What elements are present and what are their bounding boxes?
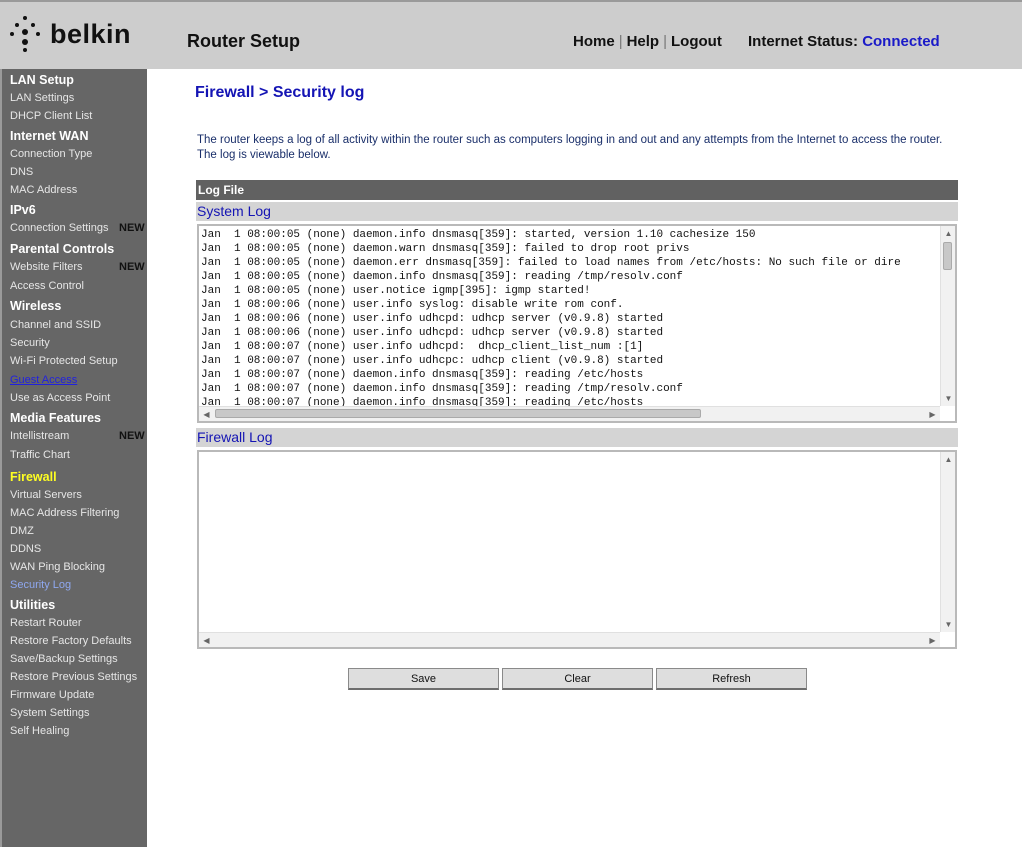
sidebar-item-access-control[interactable]: Access Control (10, 280, 84, 292)
belkin-logo[interactable]: belkin (10, 14, 131, 54)
sidebar-item-wifi-protected-setup[interactable]: Wi-Fi Protected Setup (10, 355, 118, 367)
sidebar-item-wan-ping-blocking[interactable]: WAN Ping Blocking (10, 561, 105, 573)
sidebar-heading-media-features: Media Features (10, 411, 102, 425)
logout-link[interactable]: Logout (671, 33, 722, 50)
sidebar-item-connection-settings[interactable]: Connection Settings (10, 222, 108, 234)
internet-status-label: Internet Status: (748, 33, 859, 50)
sidebar-heading-utilities: Utilities (10, 598, 56, 612)
help-link[interactable]: Help (627, 33, 660, 50)
firewall-log-label: Firewall Log (196, 428, 958, 447)
sidebar-item-intellistream[interactable]: Intellistream (10, 430, 69, 442)
sidebar-item-restore-previous-settings[interactable]: Restore Previous Settings (10, 671, 137, 683)
scroll-left-icon[interactable]: ◀ (199, 633, 214, 647)
log-line: Jan 1 08:00:05 (none) daemon.info dnsmas… (201, 271, 683, 283)
sidebar-heading-firewall: Firewall (10, 470, 57, 484)
log-line: Jan 1 08:00:07 (none) user.info udhcpd: … (201, 341, 644, 353)
sidebar-item-dns[interactable]: DNS (10, 166, 33, 178)
sidebar-item-channel-and-ssid[interactable]: Channel and SSID (10, 319, 101, 331)
sidebar-item-mac-address-filtering[interactable]: MAC Address Filtering (10, 507, 119, 519)
firewall-log-textarea[interactable]: ▲ ▼ ◀ ▶ (197, 450, 957, 649)
log-line: Jan 1 08:00:05 (none) daemon.info dnsmas… (201, 229, 756, 241)
system-log-horizontal-scrollbar[interactable]: ◀ ▶ (199, 406, 940, 421)
scroll-thumb[interactable] (943, 242, 952, 270)
sidebar-heading-ipv6: IPv6 (10, 203, 36, 217)
home-link[interactable]: Home (573, 33, 615, 50)
new-badge: NEW (119, 430, 145, 442)
page-title: Firewall > Security log (195, 84, 365, 101)
sidebar-item-virtual-servers[interactable]: Virtual Servers (10, 489, 82, 501)
scroll-left-icon[interactable]: ◀ (199, 407, 214, 421)
log-file-header: Log File (196, 180, 958, 200)
sidebar-item-save-backup-settings[interactable]: Save/Backup Settings (10, 653, 118, 665)
log-line: Jan 1 08:00:05 (none) user.notice igmp[3… (201, 285, 591, 297)
nav-separator: | (663, 33, 668, 50)
sidebar-item-restore-factory-defaults[interactable]: Restore Factory Defaults (10, 635, 132, 647)
sidebar-item-guest-access[interactable]: Guest Access (10, 374, 77, 386)
app-title: Router Setup (187, 31, 301, 51)
firewall-log-horizontal-scrollbar[interactable]: ◀ ▶ (199, 632, 940, 647)
top-nav: Home | Help | Logout (573, 33, 722, 50)
sidebar-heading-lan-setup: LAN Setup (10, 73, 74, 87)
sidebar-item-restart-router[interactable]: Restart Router (10, 617, 82, 629)
log-line: Jan 1 08:00:07 (none) user.info udhcpc: … (201, 355, 664, 367)
sidebar-item-lan-settings[interactable]: LAN Settings (10, 92, 74, 104)
log-line: Jan 1 08:00:07 (none) daemon.info dnsmas… (201, 369, 644, 381)
new-badge: NEW (119, 261, 145, 273)
sidebar-heading-parental-controls: Parental Controls (10, 242, 115, 256)
sidebar-item-traffic-chart[interactable]: Traffic Chart (10, 449, 70, 461)
log-line: Jan 1 08:00:06 (none) user.info udhcpd: … (201, 313, 664, 325)
scroll-right-icon[interactable]: ▶ (925, 633, 940, 647)
sidebar-item-dmz[interactable]: DMZ (10, 525, 34, 537)
sidebar-item-ddns[interactable]: DDNS (10, 543, 41, 555)
scroll-up-icon[interactable]: ▲ (941, 226, 955, 241)
sidebar-heading-internet-wan: Internet WAN (10, 129, 89, 143)
sidebar-item-self-healing[interactable]: Self Healing (10, 725, 69, 737)
sidebar-item-system-settings[interactable]: System Settings (10, 707, 89, 719)
header-bar: belkin Router Setup Home | Help | Logout Int… (0, 0, 1022, 69)
sidebar-item-connection-type[interactable]: Connection Type (10, 148, 92, 160)
system-log-textarea[interactable]: Jan 1 08:00:05 (none) daemon.info dnsmas… (197, 224, 957, 423)
sidebar-item-mac-address[interactable]: MAC Address (10, 184, 77, 196)
system-log-vertical-scrollbar[interactable]: ▲ ▼ (940, 226, 955, 406)
sidebar-item-website-filters[interactable]: Website Filters (10, 261, 83, 273)
sidebar-heading-wireless: Wireless (10, 299, 62, 313)
new-badge: NEW (119, 222, 145, 234)
refresh-button[interactable]: Refresh (656, 668, 807, 690)
belkin-dots-icon (10, 16, 40, 52)
sidebar-item-security-log[interactable]: Security Log (10, 579, 71, 591)
system-log-label: System Log (196, 202, 958, 221)
sidebar: LAN Setup LAN Settings DHCP Client List … (0, 69, 147, 847)
log-line: Jan 1 08:00:05 (none) daemon.err dnsmasq… (201, 257, 901, 269)
sidebar-item-security[interactable]: Security (10, 337, 50, 349)
save-button[interactable]: Save (348, 668, 499, 690)
sidebar-item-firmware-update[interactable]: Firmware Update (10, 689, 94, 701)
log-line: Jan 1 08:00:06 (none) user.info udhcpd: … (201, 327, 664, 339)
log-line: Jan 1 08:00:07 (none) daemon.info dnsmas… (201, 383, 683, 395)
firewall-log-vertical-scrollbar[interactable]: ▲ ▼ (940, 452, 955, 632)
system-log-content: Jan 1 08:00:05 (none) daemon.info dnsmas… (201, 228, 901, 410)
internet-status: Internet Status: Connected (748, 33, 940, 50)
sidebar-item-use-as-access-point[interactable]: Use as Access Point (10, 392, 110, 404)
log-line: Jan 1 08:00:06 (none) user.info syslog: … (201, 299, 624, 311)
scroll-down-icon[interactable]: ▼ (941, 391, 955, 406)
scroll-thumb[interactable] (215, 409, 701, 418)
nav-separator: | (618, 33, 623, 50)
intro-text: The router keeps a log of all activity w… (197, 134, 943, 161)
scroll-down-icon[interactable]: ▼ (941, 617, 955, 632)
sidebar-item-dhcp-client-list[interactable]: DHCP Client List (10, 110, 92, 122)
internet-status-value: Connected (862, 33, 940, 50)
log-line: Jan 1 08:00:05 (none) daemon.warn dnsmas… (201, 243, 690, 255)
logo-text: belkin (50, 18, 132, 49)
clear-button[interactable]: Clear (502, 668, 653, 690)
scroll-right-icon[interactable]: ▶ (925, 407, 940, 421)
scroll-up-icon[interactable]: ▲ (941, 452, 955, 467)
